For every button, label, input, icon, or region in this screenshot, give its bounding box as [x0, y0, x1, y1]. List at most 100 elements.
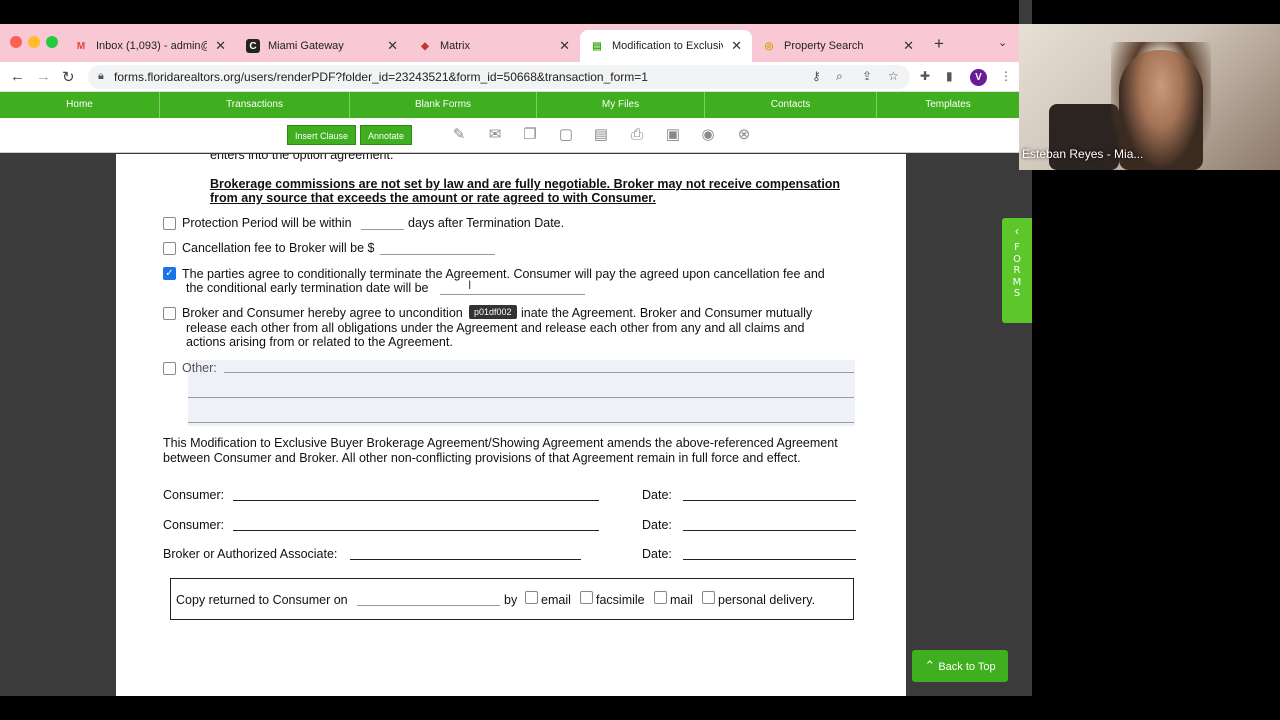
consumer-label-2: Consumer:: [163, 518, 225, 532]
preview-eye-icon[interactable]: ◉: [697, 124, 719, 146]
zoom-icon[interactable]: ⌕: [836, 69, 843, 84]
consumer-signature-field-2[interactable]: [233, 530, 599, 531]
back-to-top-label: Back to Top: [938, 661, 996, 673]
close-tab-icon[interactable]: ✕: [903, 38, 914, 54]
close-tab-icon[interactable]: ✕: [731, 38, 742, 54]
document-list-icon[interactable]: ▤: [590, 124, 612, 146]
sidebar-icon[interactable]: ▮: [946, 69, 953, 83]
profile-avatar[interactable]: V: [970, 69, 987, 86]
forms-letter: M: [1012, 276, 1022, 288]
nav-templates[interactable]: Templates: [877, 92, 1019, 118]
tab-property-search[interactable]: ◎ Property Search ✕: [752, 30, 924, 62]
address-bar: ← → ↻ 🔒︎ forms.floridarealtors.org/users…: [0, 62, 1019, 92]
share-icon[interactable]: ⇪: [862, 69, 872, 83]
email-icon[interactable]: ✉: [484, 124, 506, 146]
participant-name: Esteban Reyes - Mia...: [1022, 147, 1144, 161]
insert-clause-button[interactable]: Insert Clause: [287, 125, 357, 145]
protection-days-field[interactable]: [361, 229, 404, 230]
protection-text-b: days after Termination Date.: [408, 216, 565, 230]
menu-dots-icon[interactable]: ⋮: [1000, 69, 1012, 83]
copy-icon[interactable]: ❐: [519, 124, 541, 146]
tab-label: Property Search: [784, 40, 864, 52]
copy-returned-date-field[interactable]: [357, 605, 500, 606]
maximize-window-button[interactable]: [46, 36, 58, 48]
other-text-area[interactable]: [188, 360, 855, 426]
close-tab-icon[interactable]: ✕: [387, 38, 398, 54]
date-field-3[interactable]: [683, 559, 856, 560]
broker-signature-field[interactable]: [350, 559, 581, 560]
personal-delivery-checkbox[interactable]: [702, 591, 715, 604]
key-icon[interactable]: ⚷: [812, 69, 821, 83]
tab-label: Inbox (1,093) - admin@re: [96, 40, 207, 52]
new-tab-icon[interactable]: +: [934, 34, 944, 54]
unconditional-text-line2: release each other from all obligations …: [186, 321, 805, 335]
date-field-2[interactable]: [683, 530, 856, 531]
nav-blank-forms[interactable]: Blank Forms: [350, 92, 537, 118]
nav-transactions[interactable]: Transactions: [160, 92, 350, 118]
bookmark-star-icon[interactable]: ☆: [888, 69, 899, 83]
unconditional-text-line1b: inate the Agreement. Broker and Consumer…: [521, 306, 813, 320]
back-arrow-icon[interactable]: ←: [10, 68, 25, 85]
cancellation-fee-checkbox[interactable]: [163, 242, 176, 255]
mail-label: mail: [670, 593, 693, 607]
date-label-1: Date:: [642, 488, 672, 502]
conditional-text-line1: The parties agree to conditionally termi…: [182, 267, 825, 281]
file-icon[interactable]: ▢: [555, 124, 577, 146]
chevron-down-icon[interactable]: ⌄: [998, 36, 1007, 49]
other-checkbox[interactable]: [163, 362, 176, 375]
save-icon[interactable]: ▣: [662, 124, 684, 146]
minimize-window-button[interactable]: [28, 36, 40, 48]
tab-matrix[interactable]: ◆ Matrix ✕: [408, 30, 580, 62]
unconditional-termination-checkbox[interactable]: [163, 307, 176, 320]
date-label-2: Date:: [642, 518, 672, 532]
edit-icon[interactable]: ✎: [448, 124, 470, 146]
form-toolbar: Insert Clause Annotate ✎ ✉ ❐ ▢ ▤ ⎙ ▣ ◉ ⊗: [0, 118, 1019, 153]
close-window-button[interactable]: [10, 36, 22, 48]
chevron-up-icon: ⌃: [924, 658, 936, 673]
forms-side-tab[interactable]: ‹ F O R M S: [1002, 218, 1032, 323]
annotate-button[interactable]: Annotate: [360, 125, 413, 145]
close-circle-icon[interactable]: ⊗: [733, 124, 755, 146]
tab-miami-gateway[interactable]: C Miami Gateway ✕: [236, 30, 408, 62]
other-line-1: [224, 372, 854, 373]
email-checkbox[interactable]: [525, 591, 538, 604]
forward-arrow-icon[interactable]: →: [36, 68, 51, 85]
copy-returned-label: Copy returned to Consumer on: [176, 593, 348, 607]
tab-modification[interactable]: ▤ Modification to Exclusive B ✕: [580, 30, 752, 62]
consumer-signature-field-1[interactable]: [233, 500, 599, 501]
cancellation-text: Cancellation fee to Broker will be $: [182, 241, 375, 255]
protection-period-checkbox[interactable]: [163, 217, 176, 230]
print-icon[interactable]: ⎙: [626, 124, 648, 146]
unconditional-text-line3: actions arising from or related to the A…: [186, 335, 453, 349]
conditional-termination-checkbox[interactable]: ✓: [163, 267, 176, 280]
amend-text-line1: This Modification to Exclusive Buyer Bro…: [163, 436, 838, 450]
tab-gmail[interactable]: M Inbox (1,093) - admin@re ✕: [64, 30, 236, 62]
screen: M Inbox (1,093) - admin@re ✕ C Miami Gat…: [0, 0, 1280, 720]
nav-contacts[interactable]: Contacts: [705, 92, 877, 118]
other-line-3: [188, 422, 854, 423]
pdf-viewer: enters into the option agreement. Broker…: [0, 154, 1019, 696]
cut-off-text: enters into the option agreement.: [210, 154, 394, 162]
close-tab-icon[interactable]: ✕: [215, 38, 226, 54]
broker-associate-label: Broker or Authorized Associate:: [163, 547, 338, 561]
back-to-top-button[interactable]: ⌃ Back to Top: [912, 650, 1008, 682]
close-tab-icon[interactable]: ✕: [559, 38, 570, 54]
forms-tab-label: F O R M S: [1002, 242, 1032, 300]
forms-letter: R: [1013, 265, 1021, 276]
facsimile-label: facsimile: [596, 593, 645, 607]
document-page: enters into the option agreement. Broker…: [116, 154, 906, 696]
main-nav: Home Transactions Blank Forms My Files C…: [0, 92, 1019, 118]
termination-date-field[interactable]: [440, 294, 585, 295]
by-label: by: [504, 593, 518, 607]
reload-icon[interactable]: ↻: [62, 68, 75, 86]
cancellation-fee-field[interactable]: [380, 254, 495, 255]
url-field[interactable]: 🔒︎ forms.floridarealtors.org/users/rende…: [88, 65, 910, 89]
nav-my-files[interactable]: My Files: [537, 92, 705, 118]
personal-delivery-label: personal delivery.: [718, 593, 816, 607]
date-field-1[interactable]: [683, 500, 856, 501]
nav-home[interactable]: Home: [0, 92, 160, 118]
extensions-icon[interactable]: ✚: [920, 69, 930, 83]
lock-icon: 🔒︎: [98, 70, 104, 82]
facsimile-checkbox[interactable]: [580, 591, 593, 604]
mail-checkbox[interactable]: [654, 591, 667, 604]
